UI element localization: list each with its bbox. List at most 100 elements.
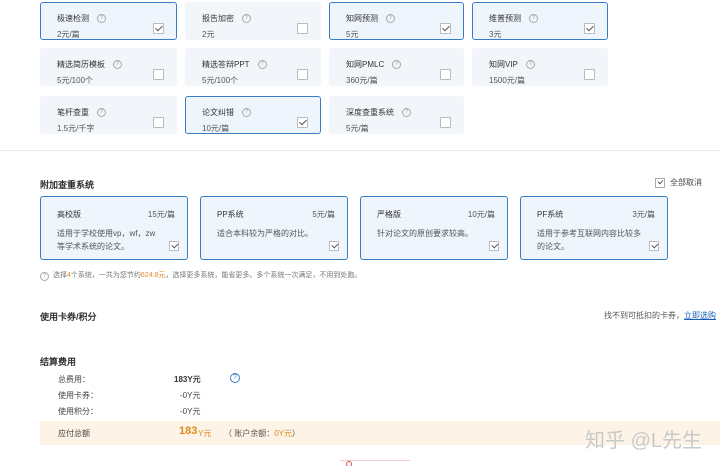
checkbox[interactable] <box>440 23 451 34</box>
service-card-fast-check[interactable]: 极速检测? 2元/篇 <box>40 2 177 40</box>
note-mid: 个系统，一共为您节约 <box>70 272 141 279</box>
coupon-used-value: -0Y元 <box>180 391 201 400</box>
service-card-paper-correct[interactable]: 论文纠错? 10元/篇 <box>185 96 321 134</box>
due-unit: Y元 <box>198 429 212 438</box>
service-name: 知网预测 <box>346 14 378 23</box>
service-name: 精选答辩PPT <box>202 60 250 69</box>
service-price: 10元/篇 <box>202 124 230 133</box>
total-label: 总费用： <box>58 375 90 384</box>
checkbox[interactable] <box>169 241 179 251</box>
checkbox[interactable] <box>297 69 308 80</box>
service-card-deep-check[interactable]: 深度查重系统? 5元/篇 <box>329 96 464 134</box>
service-price: 1500元/篇 <box>489 76 526 85</box>
service-card-cnki-pmlc[interactable]: 知网PMLC? 360元/篇 <box>329 48 464 86</box>
help-icon[interactable]: ? <box>529 14 538 24</box>
due-label: 应付总额 <box>58 429 90 438</box>
service-price: 2元/篇 <box>57 30 80 39</box>
checkbox[interactable] <box>329 241 339 251</box>
help-icon[interactable]: ? <box>97 14 106 24</box>
checkbox[interactable] <box>297 23 308 34</box>
service-price: 5元 <box>346 30 359 39</box>
service-name: 笔杆查重 <box>57 108 89 117</box>
coupon-section-title: 使用卡券/积分 <box>40 312 97 322</box>
service-name: 报告加密 <box>202 14 234 23</box>
help-icon[interactable]: ? <box>113 60 122 70</box>
system-desc: 适用于参考互联网内容比较多的论文。 <box>537 229 641 251</box>
checkbox[interactable] <box>153 69 164 80</box>
service-card-resume-template[interactable]: 精选简历模板? 5元/100个 <box>40 48 177 86</box>
help-icon[interactable]: ? <box>257 60 267 70</box>
system-name: PP系统 <box>217 210 244 219</box>
help-icon[interactable]: ? <box>402 108 411 118</box>
service-name: 知网PMLC <box>346 60 385 69</box>
note-suffix: ，选择更多系统，能省更多。多个系统一次满足，不用到处跑。 <box>165 272 362 279</box>
buy-now-link[interactable]: 立即选购 <box>684 311 716 320</box>
due-amount: 183 <box>179 425 198 437</box>
service-name: 精选简历模板 <box>57 60 105 69</box>
checkbox[interactable] <box>584 69 595 80</box>
help-icon: ? <box>40 272 49 281</box>
service-price: 1.5元/千字 <box>57 124 95 133</box>
system-desc: 适用于学校使用vp，wf，zw等学术系统的论文。 <box>57 229 156 251</box>
checkbox[interactable] <box>584 23 595 34</box>
coupon-used-label: 使用卡券： <box>58 391 98 400</box>
service-price: 3元 <box>489 30 502 39</box>
extra-section-title: 附加查重系统 <box>40 180 95 190</box>
help-icon[interactable]: ? <box>386 14 395 24</box>
coupon-hint: 找不到可抵扣的卡券，立即选购 <box>604 310 716 321</box>
system-desc: 适合本科较为严格的对比。 <box>217 229 313 238</box>
total-value: 183Y元 <box>174 375 201 384</box>
balance-prefix: （ 账户余额： <box>224 429 275 438</box>
settle-section-title: 结算费用 <box>40 357 77 367</box>
system-card-strict[interactable]: 严格版 10元/篇 针对论文的原创要求较高。 <box>360 196 508 260</box>
service-card-vip-predict[interactable]: 维普预测? 3元 <box>472 2 608 40</box>
service-price: 360元/篇 <box>346 76 378 85</box>
service-price: 5元/100个 <box>57 76 94 85</box>
system-card-pf[interactable]: PF系统 3元/篇 适用于参考互联网内容比较多的论文。 <box>520 196 668 260</box>
service-price: 5元/篇 <box>346 124 369 133</box>
checkbox[interactable] <box>649 241 659 251</box>
checkbox[interactable] <box>153 117 164 128</box>
help-icon[interactable]: ? <box>242 14 251 24</box>
service-name: 知网VIP <box>489 60 518 69</box>
checkbox[interactable] <box>440 69 451 80</box>
service-card-bigan-check[interactable]: 笔杆查重? 1.5元/千字 <box>40 96 177 134</box>
warning-icon <box>346 461 352 466</box>
note-amount: 624.8元 <box>140 272 166 279</box>
service-name: 极速检测 <box>57 14 89 23</box>
checkbox[interactable] <box>153 23 164 34</box>
service-card-cnki-vip[interactable]: 知网VIP? 1500元/篇 <box>472 48 608 86</box>
points-used-label: 使用积分： <box>58 407 98 416</box>
system-name: PF系统 <box>537 210 564 219</box>
help-icon[interactable]: ? <box>242 108 251 118</box>
service-card-defense-ppt[interactable]: 精选答辩PPT? 5元/100个 <box>185 48 321 86</box>
balance-suffix: ） <box>292 429 301 438</box>
cancel-all-toggle[interactable]: 全部取消 <box>654 177 702 188</box>
system-desc: 针对论文的原创要求较高。 <box>377 229 473 238</box>
help-icon[interactable]: ? <box>525 60 535 70</box>
system-price: 5元/篇 <box>312 210 335 219</box>
zhihu-watermark: 知乎 @L先生 <box>585 430 702 452</box>
confirm-pay-button[interactable] <box>340 460 410 466</box>
system-card-university[interactable]: 高校版 15元/篇 适用于学校使用vp，wf，zw等学术系统的论文。 <box>40 196 188 260</box>
help-icon[interactable]: ? <box>230 373 240 383</box>
service-card-report-encrypt[interactable]: 报告加密? 2元 <box>185 2 321 40</box>
balance-value: 0Y元 <box>274 429 293 438</box>
service-card-cnki-predict[interactable]: 知网预测? 5元 <box>329 2 464 40</box>
system-card-pp[interactable]: PP系统 5元/篇 适合本科较为严格的对比。 <box>200 196 348 260</box>
service-price: 2元 <box>202 30 215 39</box>
system-name: 严格版 <box>377 210 401 219</box>
note-prefix: 选择 <box>53 272 67 279</box>
checkbox[interactable] <box>489 241 499 251</box>
help-icon[interactable]: ? <box>97 108 106 118</box>
system-name: 高校版 <box>57 210 81 219</box>
checkbox[interactable] <box>440 117 451 128</box>
service-name: 维普预测 <box>489 14 521 23</box>
divider <box>0 150 720 151</box>
checkbox[interactable] <box>297 117 308 128</box>
balance-info: （ 账户余额：0Y元） <box>224 428 300 439</box>
points-used-value: -0Y元 <box>180 407 201 416</box>
service-name: 深度查重系统 <box>346 108 394 117</box>
help-icon[interactable]: ? <box>392 60 402 70</box>
checkbox[interactable] <box>654 177 665 188</box>
